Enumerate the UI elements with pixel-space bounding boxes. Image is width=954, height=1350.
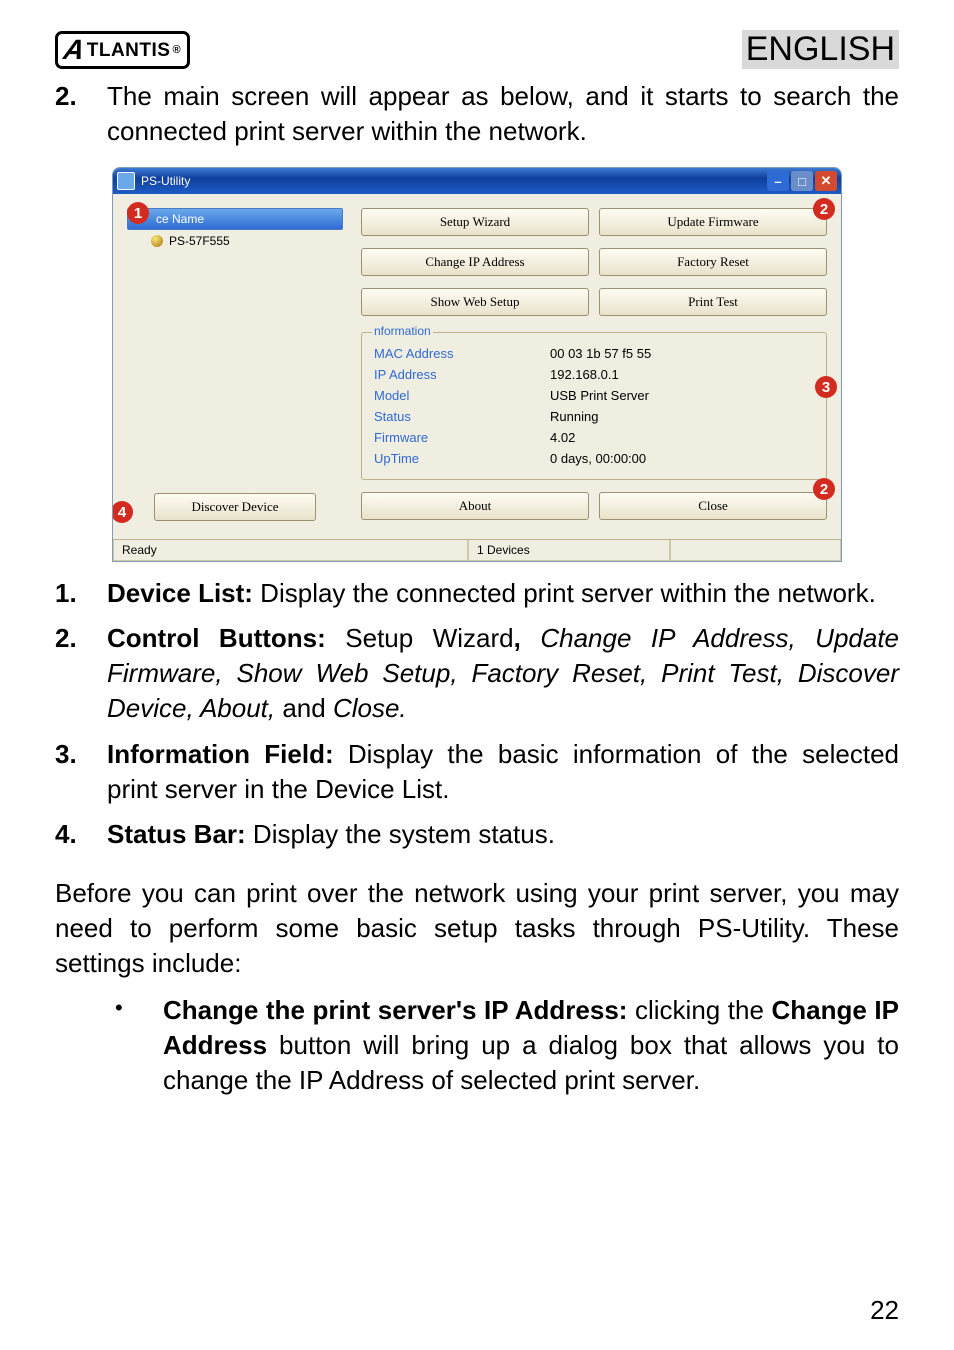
device-list-item[interactable]: PS-57F555 [127,230,343,252]
bullet-text: clicking the [627,995,771,1025]
info-row: IP Address192.168.0.1 [374,364,814,385]
info-row: MAC Address00 03 1b 57 f5 55 [374,343,814,364]
status-ready: Ready [113,540,468,561]
device-list-header: ce Name [127,208,343,230]
page-number: 22 [870,1295,899,1326]
info-row: StatusRunning [374,406,814,427]
intro-text: The main screen will appear as below, an… [107,79,899,149]
info-key: Status [374,406,550,427]
list-lead: Information Field: [107,739,334,769]
info-value: 0 days, 00:00:00 [550,448,814,469]
list-number: 2. [55,79,107,114]
language-label: ENGLISH [742,30,899,69]
list-number: 4. [55,817,107,852]
window-title: PS-Utility [141,174,190,188]
info-value: 192.168.0.1 [550,364,814,385]
bullet-lead: Change the print server's IP Address: [163,995,627,1025]
list-lead: Status Bar: [107,819,246,849]
info-key: Model [374,385,550,406]
setup-wizard-button[interactable]: Setup Wizard [361,208,589,236]
info-value: Running [550,406,814,427]
window-titlebar: PS-Utility – □ ✕ [113,168,841,194]
list-sep: , [514,623,541,653]
print-test-button[interactable]: Print Test [599,288,827,316]
info-value: 4.02 [550,427,814,448]
factory-reset-button[interactable]: Factory Reset [599,248,827,276]
info-key: Firmware [374,427,550,448]
info-key: UpTime [374,448,550,469]
list-text: Display the connected print server withi… [253,578,876,608]
list-number: 1. [55,576,107,611]
discover-device-button[interactable]: Discover Device [154,493,316,521]
list-text: Setup Wizard [326,623,514,653]
logo-letter: A [62,36,88,64]
show-web-setup-button[interactable]: Show Web Setup [361,288,589,316]
ps-utility-window: 1 2 3 2 4 PS-Utility – □ ✕ ce Name [112,167,842,562]
info-key: IP Address [374,364,550,385]
status-empty [670,540,841,561]
close-button[interactable]: Close [599,492,827,520]
list-lead: Device List: [107,578,253,608]
list-text: Display the system status. [246,819,555,849]
info-row: ModelUSB Print Server [374,385,814,406]
minimize-icon[interactable]: – [767,171,789,191]
info-value: 00 03 1b 57 f5 55 [550,343,814,364]
close-icon[interactable]: ✕ [815,171,837,191]
maximize-icon[interactable]: □ [791,171,813,191]
info-row: UpTime0 days, 00:00:00 [374,448,814,469]
info-value: USB Print Server [550,385,814,406]
information-legend: nformation [372,324,433,338]
device-name: PS-57F555 [169,234,230,248]
list-italic: Close. [333,693,407,723]
status-bar: Ready 1 Devices [113,539,841,561]
list-lead: Control Buttons: [107,623,326,653]
brand-logo: A TLANTIS ® [55,31,190,69]
about-button[interactable]: About [361,492,589,520]
logo-word: TLANTIS [87,41,171,60]
bullet-rest: button will bring up a dialog box that a… [163,1030,899,1095]
list-number: 2. [55,621,107,656]
list-number: 3. [55,737,107,772]
change-ip-button[interactable]: Change IP Address [361,248,589,276]
device-status-icon [151,235,163,247]
logo-registered: ® [172,45,181,56]
info-key: MAC Address [374,343,550,364]
status-devices: 1 Devices [468,540,670,561]
app-icon [117,172,135,190]
info-row: Firmware4.02 [374,427,814,448]
bullet-icon: • [115,993,163,1023]
list-text: and [275,693,333,723]
update-firmware-button[interactable]: Update Firmware [599,208,827,236]
information-field: nformation MAC Address00 03 1b 57 f5 55 … [361,332,827,480]
paragraph: Before you can print over the network us… [55,876,899,981]
